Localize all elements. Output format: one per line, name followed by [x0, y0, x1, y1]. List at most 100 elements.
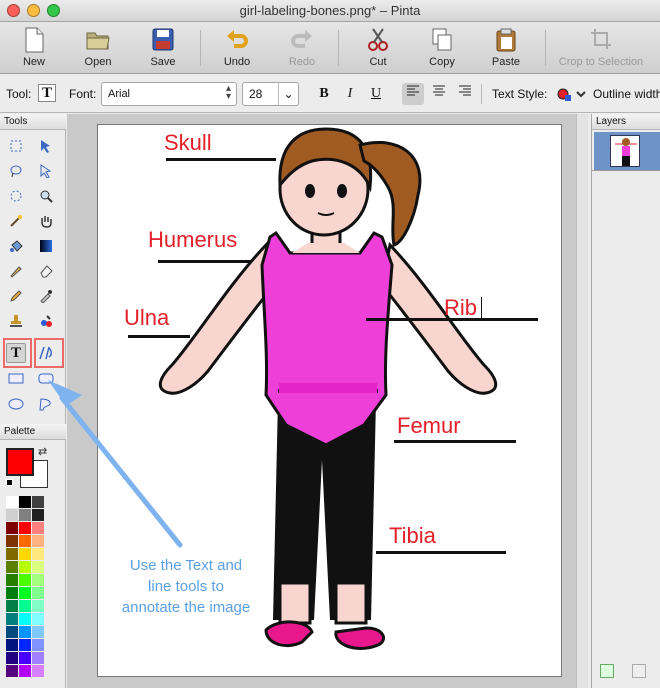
palette-swatch[interactable] — [19, 600, 31, 612]
font-size-select[interactable]: 28 ⌄ — [242, 82, 299, 106]
layer-item[interactable] — [594, 132, 660, 170]
palette-swatch[interactable] — [19, 548, 31, 560]
cut-button[interactable]: Cut — [347, 24, 409, 72]
palette-swatch[interactable] — [19, 613, 31, 625]
tools-panel: Tools T — [0, 114, 66, 424]
copy-button[interactable]: Copy — [411, 24, 473, 72]
tibia-label[interactable]: Tibia — [389, 523, 436, 549]
add-layer-icon[interactable] — [600, 664, 614, 678]
palette-swatch[interactable] — [32, 574, 44, 586]
palette-swatch[interactable] — [32, 613, 44, 625]
paint-bucket-tool[interactable] — [6, 236, 26, 256]
pan-tool[interactable] — [36, 211, 56, 231]
palette-grid[interactable] — [6, 496, 62, 686]
clone-stamp-tool[interactable] — [6, 311, 26, 331]
palette-swatch[interactable] — [6, 652, 18, 664]
font-select[interactable]: Arial ▴ ▾ — [101, 82, 237, 106]
palette-swatch[interactable] — [6, 613, 18, 625]
rib-line[interactable] — [366, 318, 538, 321]
palette-swatch[interactable] — [19, 509, 31, 521]
palette-swatch[interactable] — [19, 587, 31, 599]
palette-swatch[interactable] — [19, 626, 31, 638]
palette-swatch[interactable] — [32, 665, 44, 677]
skull-line[interactable] — [166, 158, 276, 161]
ellipse-tool[interactable] — [6, 394, 26, 414]
femur-line[interactable] — [394, 440, 516, 443]
palette-swatch[interactable] — [19, 652, 31, 664]
palette-swatch[interactable] — [6, 574, 18, 586]
rounded-rectangle-tool[interactable] — [36, 369, 56, 389]
palette-swatch[interactable] — [32, 652, 44, 664]
undo-button[interactable]: Undo — [206, 24, 268, 72]
palette-swatch[interactable] — [6, 665, 18, 677]
open-button[interactable]: Open — [67, 24, 129, 72]
palette-swatch[interactable] — [32, 626, 44, 638]
gradient-tool[interactable] — [36, 236, 56, 256]
align-right-button[interactable] — [454, 83, 476, 105]
duplicate-layer-icon[interactable] — [632, 664, 646, 678]
text-style-select[interactable] — [556, 87, 586, 103]
skull-label[interactable]: Skull — [164, 130, 212, 156]
palette-swatch[interactable] — [6, 587, 18, 599]
redo-button[interactable]: Redo — [271, 24, 333, 72]
canvas-vertical-scrollbar[interactable] — [576, 114, 588, 688]
palette-swatch[interactable] — [19, 665, 31, 677]
rectangle-select-tool[interactable] — [6, 136, 26, 156]
palette-swatch[interactable] — [19, 535, 31, 547]
italic-button[interactable]: I — [339, 83, 361, 105]
primary-color-swatch[interactable] — [6, 448, 34, 476]
palette-swatch[interactable] — [32, 496, 44, 508]
eraser-tool[interactable] — [36, 261, 56, 281]
palette-swatch[interactable] — [19, 574, 31, 586]
lasso-select-tool[interactable] — [6, 161, 26, 181]
save-button[interactable]: Save — [132, 24, 194, 72]
palette-swatch[interactable] — [32, 522, 44, 534]
move-selected-tool[interactable] — [36, 136, 56, 156]
bold-button[interactable]: B — [313, 83, 335, 105]
humerus-label[interactable]: Humerus — [148, 227, 237, 253]
palette-swatch[interactable] — [32, 535, 44, 547]
palette-swatch[interactable] — [6, 535, 18, 547]
palette-swatch[interactable] — [32, 561, 44, 573]
ulna-line[interactable] — [128, 335, 190, 338]
ulna-label[interactable]: Ulna — [124, 305, 169, 331]
paste-button[interactable]: Paste — [475, 24, 537, 72]
palette-swatch[interactable] — [19, 496, 31, 508]
femur-label[interactable]: Femur — [397, 413, 461, 439]
palette-swatch[interactable] — [6, 496, 18, 508]
paintbrush-tool[interactable] — [6, 261, 26, 281]
humerus-line[interactable] — [158, 260, 252, 263]
palette-swatch[interactable] — [6, 522, 18, 534]
palette-swatch[interactable] — [6, 548, 18, 560]
palette-swatch[interactable] — [6, 639, 18, 651]
magic-wand-tool[interactable] — [6, 211, 26, 231]
recolor-tool[interactable] — [36, 311, 56, 331]
underline-button[interactable]: U — [365, 83, 387, 105]
palette-swatch[interactable] — [6, 509, 18, 521]
palette-swatch[interactable] — [19, 561, 31, 573]
align-left-button[interactable] — [402, 83, 424, 105]
palette-swatch[interactable] — [32, 600, 44, 612]
palette-swatch[interactable] — [32, 548, 44, 560]
align-center-button[interactable] — [428, 83, 450, 105]
reset-colors-icon[interactable] — [6, 479, 13, 486]
palette-swatch[interactable] — [19, 639, 31, 651]
color-picker-tool[interactable] — [36, 286, 56, 306]
palette-swatch[interactable] — [32, 509, 44, 521]
zoom-tool[interactable] — [36, 186, 56, 206]
new-button[interactable]: New — [3, 24, 65, 72]
rectangle-tool[interactable] — [6, 369, 26, 389]
tibia-line[interactable] — [376, 551, 506, 554]
palette-swatch[interactable] — [32, 639, 44, 651]
palette-swatch[interactable] — [6, 626, 18, 638]
palette-swatch[interactable] — [6, 561, 18, 573]
ellipse-select-tool[interactable] — [6, 186, 26, 206]
move-selection-tool[interactable] — [36, 161, 56, 181]
freeform-shape-tool[interactable] — [36, 394, 56, 414]
pencil-tool[interactable] — [6, 286, 26, 306]
crop-to-selection-button[interactable]: Crop to Selection — [551, 24, 651, 72]
palette-swatch[interactable] — [6, 600, 18, 612]
palette-swatch[interactable] — [19, 522, 31, 534]
swap-colors-icon[interactable]: ⇄ — [38, 445, 47, 458]
palette-swatch[interactable] — [32, 587, 44, 599]
